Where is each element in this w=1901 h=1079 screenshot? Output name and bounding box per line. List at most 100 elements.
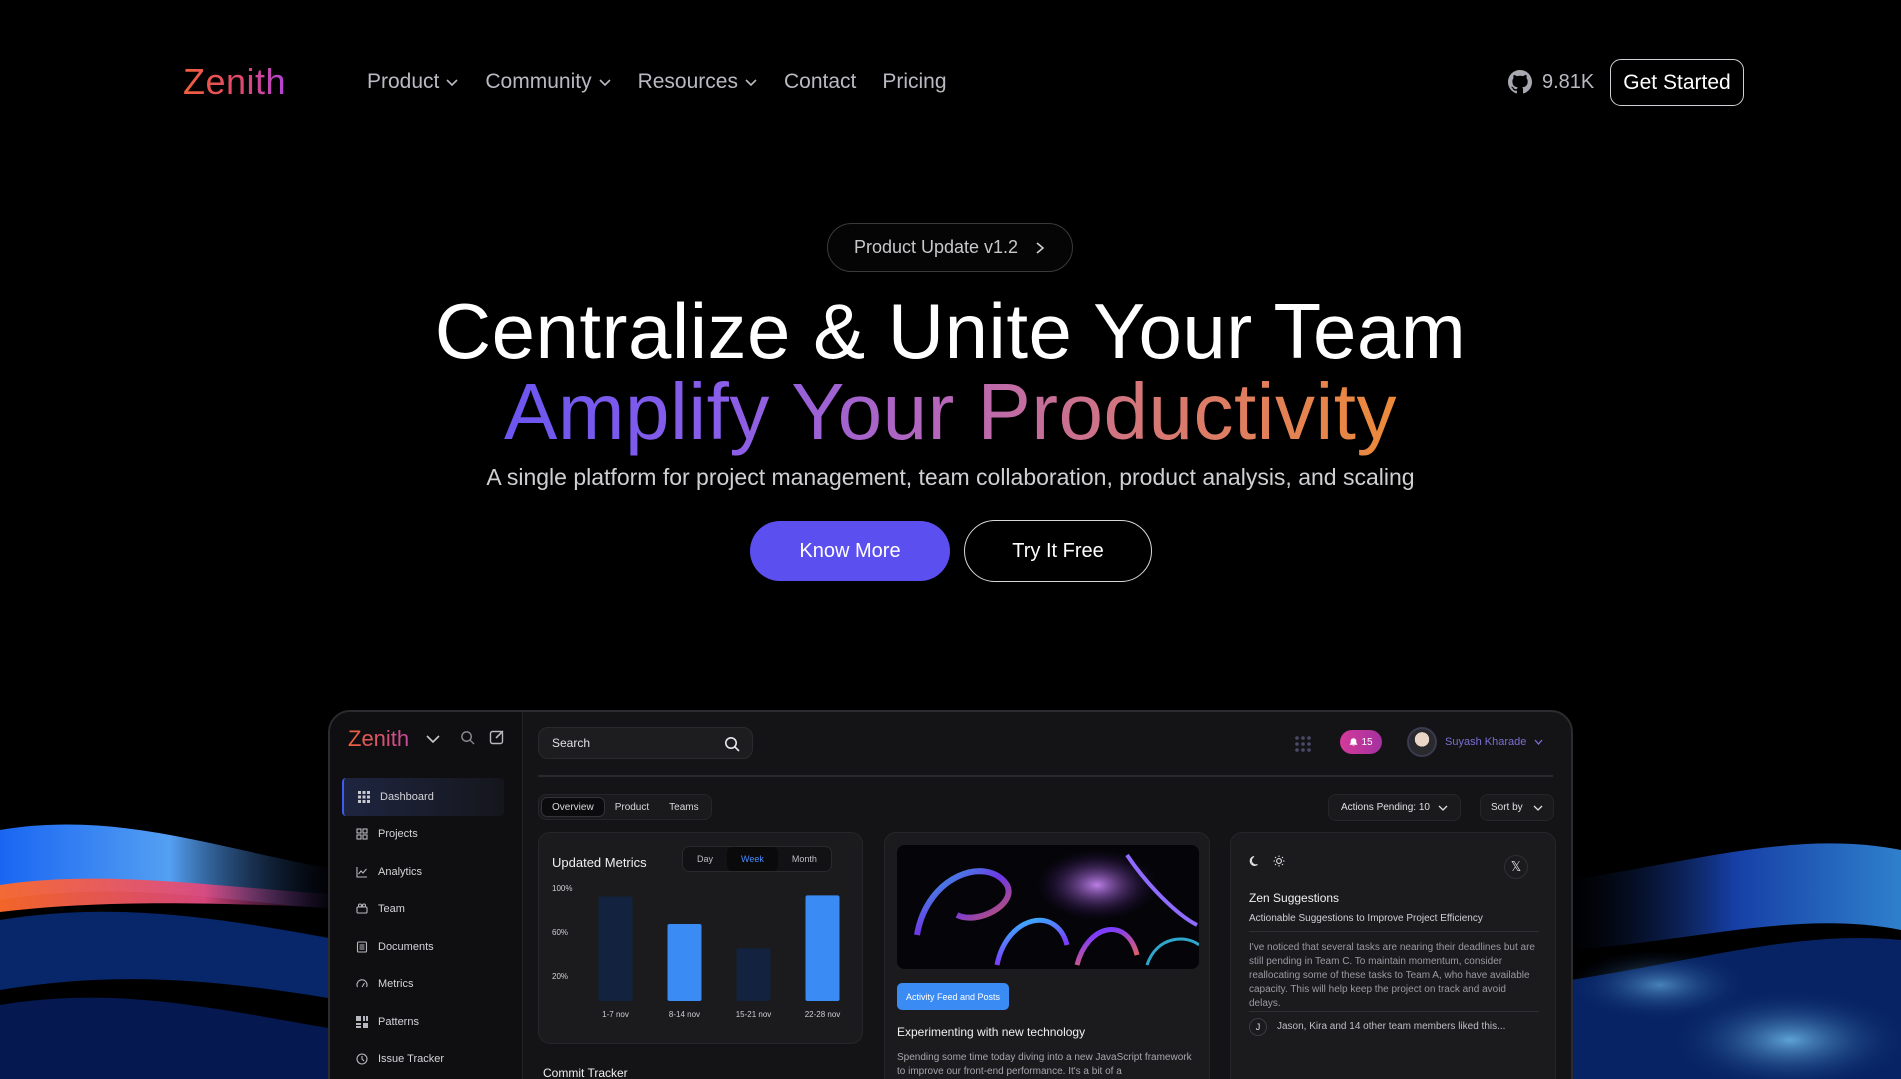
range-week[interactable]: Week: [727, 847, 778, 871]
tab-overview[interactable]: Overview: [541, 797, 605, 817]
zenith-logo[interactable]: Zenith: [183, 62, 286, 102]
hero-gradient-headline: Amplify Your Productivity: [0, 368, 1901, 456]
product-update-pill[interactable]: Product Update v1.2: [827, 223, 1073, 272]
sidebar-item-issue-tracker[interactable]: Issue Tracker: [342, 1041, 504, 1079]
nav-resources[interactable]: Resources: [638, 70, 758, 94]
x-logo-icon[interactable]: 𝕏: [1504, 855, 1528, 879]
suggestions-title: Zen Suggestions: [1249, 891, 1340, 905]
divider: [1249, 931, 1539, 932]
chart-bar[interactable]: [805, 895, 840, 1001]
issue-tracker-icon: [356, 1053, 368, 1065]
nav-community[interactable]: Community: [485, 70, 611, 94]
actions-pending-dropdown[interactable]: Actions Pending: 10: [1328, 794, 1461, 821]
x-tick-label: 22-28 nov: [805, 1010, 841, 1019]
nav-links: Product Community Resources Contact Pric…: [367, 68, 973, 96]
get-started-button[interactable]: Get Started: [1610, 59, 1744, 106]
dashboard-search-input[interactable]: Search: [538, 727, 753, 759]
metrics-bar-chart: 100% 60% 20% 1-7 nov 8-14 nov 15-21 nov 22-28 …: [552, 884, 841, 1019]
chevron-down-icon: [445, 75, 459, 89]
sidebar-item-dashboard[interactable]: Dashboard: [342, 778, 504, 816]
top-nav: Zenith Product Community Resources Conta…: [0, 0, 1901, 165]
y-tick-label: 100%: [552, 884, 572, 893]
nav-resources-label: Resources: [637, 70, 738, 93]
avatar: J: [1249, 1017, 1267, 1036]
dashboard-preview: Zenith Dashboard Projects Analytics Team: [328, 710, 1573, 1079]
sidebar-item-label: Issue Tracker: [378, 1053, 445, 1066]
sidebar-item-patterns[interactable]: Patterns: [342, 1003, 504, 1041]
updated-metrics-card: Updated Metrics Day Week Month 100% 60% 20…: [538, 832, 863, 1044]
header-divider: [538, 775, 1553, 777]
user-menu[interactable]: Suyash Kharade: [1407, 727, 1543, 757]
activity-feed-card: Activity Feed and Posts Experimenting wi…: [884, 832, 1210, 1079]
range-selector: Day Week Month: [682, 846, 832, 872]
x-tick-label: 15-21 nov: [736, 1010, 772, 1019]
y-tick-label: 60%: [552, 928, 568, 937]
github-stars-link[interactable]: 9.81K: [1508, 70, 1594, 94]
chevron-down-icon: [1534, 739, 1543, 745]
metrics-title: Updated Metrics: [552, 855, 647, 870]
activity-feed-tag[interactable]: Activity Feed and Posts: [897, 983, 1010, 1010]
range-day[interactable]: Day: [683, 847, 727, 871]
range-month[interactable]: Month: [778, 847, 831, 871]
dashboard-main: Search 15 Suyash Kharade Overview Produc…: [523, 712, 1571, 1079]
sidebar-item-projects[interactable]: Projects: [342, 816, 504, 854]
post-title: Experimenting with new technology: [897, 1025, 1086, 1039]
tab-product[interactable]: Product: [605, 797, 659, 817]
notifications-count: 15: [1361, 736, 1373, 748]
sun-icon[interactable]: [1273, 855, 1285, 867]
moon-icon[interactable]: [1249, 855, 1261, 867]
compose-icon[interactable]: [489, 729, 505, 745]
chart-bar[interactable]: [667, 924, 702, 1001]
post-body: Spending some time today diving into a n…: [897, 1052, 1192, 1077]
sidebar-item-label: Projects: [378, 828, 418, 841]
nav-pricing[interactable]: Pricing: [882, 70, 946, 94]
metrics-icon: [356, 979, 368, 988]
sidebar-item-label: Analytics: [378, 865, 423, 878]
dashboard-sidebar: Zenith Dashboard Projects Analytics Team: [330, 712, 523, 1079]
chevron-down-icon[interactable]: [426, 734, 440, 744]
nav-contact[interactable]: Contact: [784, 70, 856, 94]
dashboard-logo[interactable]: Zenith: [348, 726, 409, 752]
sidebar-item-label: Metrics: [378, 978, 414, 991]
user-name: Suyash Kharade: [1445, 736, 1527, 748]
chart-bar[interactable]: [598, 896, 633, 1002]
tab-teams[interactable]: Teams: [659, 797, 708, 817]
commit-tracker-title: Commit Tracker: [543, 1066, 628, 1079]
bell-icon: [1349, 738, 1358, 746]
product-update-label: Product Update v1.2: [853, 237, 1019, 257]
sidebar-item-label: Team: [378, 903, 405, 916]
sort-by-dropdown[interactable]: Sort by: [1480, 794, 1554, 821]
try-it-free-button[interactable]: Try It Free: [964, 520, 1152, 582]
sort-by-label: Sort by: [1491, 802, 1523, 813]
chevron-down-icon: [1438, 805, 1448, 811]
chevron-right-icon: [1036, 241, 1045, 254]
notifications-badge[interactable]: 15: [1340, 730, 1382, 754]
grid-icon: [358, 790, 370, 803]
nav-product[interactable]: Product: [367, 70, 459, 94]
projects-icon: [356, 828, 368, 840]
x-tick-label: 1-7 nov: [602, 1010, 629, 1019]
likes-footer[interactable]: J Jason, Kira and 14 other team members …: [1249, 1011, 1539, 1037]
actions-pending-label: Actions Pending: 10: [1341, 802, 1430, 813]
sidebar-item-metrics[interactable]: Metrics: [342, 966, 504, 1004]
apps-grid-icon[interactable]: [1294, 735, 1312, 753]
avatar: [1407, 727, 1437, 757]
sidebar-item-label: Patterns: [378, 1015, 419, 1028]
abstract-art-image: [897, 845, 1199, 969]
search-placeholder: Search: [552, 736, 591, 750]
patterns-icon: [356, 1015, 368, 1028]
hero-gradient-text: Amplify Your Productivity: [504, 367, 1397, 456]
sidebar-item-team[interactable]: Team: [342, 891, 504, 929]
chart-bar[interactable]: [736, 948, 771, 1001]
sidebar-item-label: Documents: [378, 940, 434, 953]
search-icon[interactable]: [460, 730, 475, 745]
analytics-icon: [356, 866, 367, 878]
know-more-button[interactable]: Know More: [750, 521, 950, 581]
x-tick-label: 8-14 nov: [669, 1010, 700, 1019]
search-icon: [725, 737, 740, 752]
suggestions-subtitle: Actionable Suggestions to Improve Projec…: [1249, 913, 1483, 924]
team-icon: [356, 903, 368, 914]
sidebar-item-documents[interactable]: Documents: [342, 928, 504, 966]
chevron-down-icon: [1533, 805, 1543, 811]
sidebar-item-analytics[interactable]: Analytics: [342, 853, 504, 891]
